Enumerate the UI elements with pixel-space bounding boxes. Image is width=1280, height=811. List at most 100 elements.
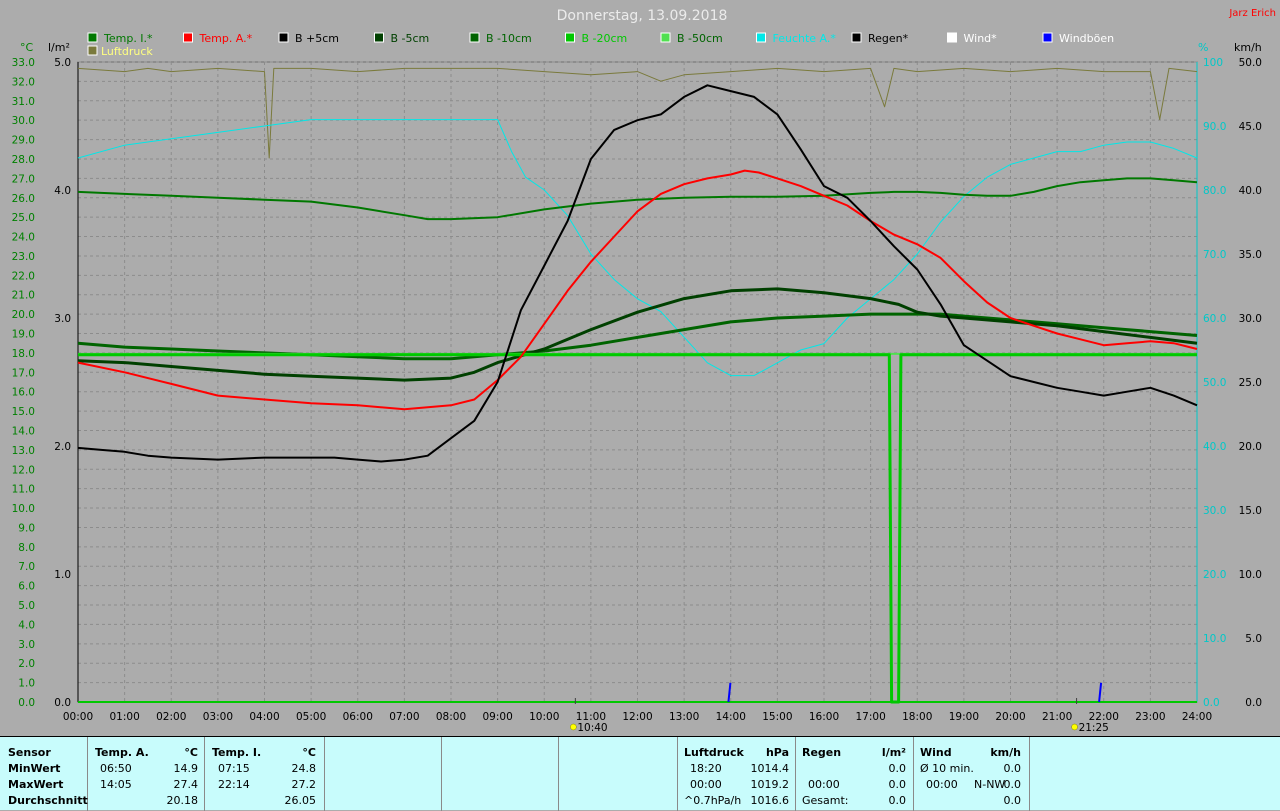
rain-r2-time: 00:00 bbox=[808, 778, 840, 791]
legend-swatch bbox=[851, 32, 862, 43]
legend-swatch bbox=[87, 45, 98, 56]
sun-icon bbox=[1071, 723, 1078, 731]
pressure-min-time: 18:20 bbox=[690, 762, 722, 775]
temp-i-min-time: 07:15 bbox=[218, 762, 250, 775]
summary-temp-a-column: Temp. A. °C 06:50 14.9 14:05 27.4 20.18 bbox=[88, 737, 205, 811]
legend-swatch bbox=[565, 32, 575, 43]
pressure-max: 1019.2 bbox=[750, 778, 790, 791]
x-tick-label: 09:00 bbox=[482, 711, 512, 723]
legend-swatch bbox=[660, 32, 671, 43]
humidity-tick-label: 50.0 bbox=[1203, 377, 1226, 389]
legend-label: B -5cm bbox=[391, 32, 430, 45]
rain-r1: 0.0 bbox=[888, 762, 907, 775]
x-tick-label: 06:00 bbox=[343, 711, 373, 723]
humidity-tick-label: 40.0 bbox=[1203, 441, 1226, 453]
wind-tick-label: 25.0 bbox=[1239, 377, 1262, 389]
humidity-tick-label: 70.0 bbox=[1203, 249, 1226, 261]
humidity-tick-label: 0.0 bbox=[1203, 697, 1220, 709]
rain-tick-label: 5.0 bbox=[54, 57, 71, 69]
temp-tick-label: 2.0 bbox=[18, 658, 35, 670]
rain-tick-label: 0.0 bbox=[54, 697, 71, 709]
wind-tick-label: 10.0 bbox=[1239, 569, 1262, 581]
temp-tick-label: 28.0 bbox=[12, 154, 35, 166]
temp-tick-label: 11.0 bbox=[12, 484, 35, 496]
chart-grid bbox=[77, 61, 1198, 703]
wind-r3: 0.0 bbox=[1003, 794, 1022, 807]
wind-tick-label: 40.0 bbox=[1239, 185, 1262, 197]
x-tick-label: 17:00 bbox=[855, 711, 885, 723]
legend-label: B +5cm bbox=[295, 32, 339, 45]
temp-i-unit: °C bbox=[302, 746, 316, 759]
summary-table: Sensor MinWert MaxWert Durchschnitt Temp… bbox=[0, 736, 1280, 811]
rain-unit: l/m² bbox=[881, 746, 906, 759]
sun-icon bbox=[570, 723, 577, 731]
x-tick-label: 02:00 bbox=[156, 711, 186, 723]
x-tick-label: 18:00 bbox=[902, 711, 932, 723]
x-tick-label: 15:00 bbox=[762, 711, 792, 723]
legend-swatch bbox=[1042, 32, 1053, 43]
weather-chart: Donnerstag, 13.09.2018 Jarz Erich Temp. … bbox=[0, 0, 1280, 736]
temp-tick-label: 7.0 bbox=[18, 561, 35, 573]
summary-empty-column-2 bbox=[442, 737, 559, 811]
temp-tick-label: 29.0 bbox=[12, 135, 35, 147]
wind-tick-label: 15.0 bbox=[1239, 505, 1262, 517]
temp-tick-label: 8.0 bbox=[18, 542, 35, 554]
wind-tick-label: 30.0 bbox=[1239, 313, 1262, 325]
temp-tick-label: 0.0 bbox=[18, 697, 35, 709]
rain-r2: 0.0 bbox=[888, 778, 907, 791]
wind-r2-dir: N-NW bbox=[974, 778, 1006, 791]
temp-tick-label: 9.0 bbox=[18, 522, 35, 534]
temp-tick-label: 15.0 bbox=[12, 406, 35, 418]
temp-i-avg: 26.05 bbox=[284, 794, 317, 807]
rain-tick-label: 2.0 bbox=[54, 441, 71, 453]
legend-swatch bbox=[469, 32, 480, 43]
wind-tick-label: 50.0 bbox=[1239, 57, 1262, 69]
humidity-tick-label: 60.0 bbox=[1203, 313, 1226, 325]
legend-swatch bbox=[947, 32, 957, 43]
summary-empty-column-3 bbox=[559, 737, 678, 811]
sun-marker-label: 10:40 bbox=[577, 722, 607, 734]
axis-unit-humidity: % bbox=[1198, 41, 1208, 54]
sensor-header: Sensor bbox=[8, 746, 51, 759]
humidity-tick-label: 10.0 bbox=[1203, 633, 1226, 645]
x-tick-label: 07:00 bbox=[389, 711, 419, 723]
legend-label: Regen* bbox=[868, 32, 909, 45]
legend-label: B -20cm bbox=[582, 32, 628, 45]
temp-a-header: Temp. A. bbox=[95, 746, 149, 759]
temp-tick-label: 1.0 bbox=[18, 678, 35, 690]
axis-unit-rain: l/m² bbox=[48, 41, 70, 54]
wind-header: Wind bbox=[920, 746, 952, 759]
x-tick-label: 21:00 bbox=[1042, 711, 1072, 723]
temp-tick-label: 24.0 bbox=[12, 232, 35, 244]
row-label-min: MinWert bbox=[8, 762, 61, 775]
x-tick-label: 13:00 bbox=[669, 711, 699, 723]
pressure-trend: ^0.7hPa/h bbox=[684, 794, 742, 807]
axis-unit-wind: km/h bbox=[1234, 41, 1262, 54]
x-tick-label: 05:00 bbox=[296, 711, 326, 723]
wind-tick-label: 35.0 bbox=[1239, 249, 1262, 261]
summary-empty-column-1 bbox=[325, 737, 442, 811]
temp-tick-label: 26.0 bbox=[12, 193, 35, 205]
humidity-tick-label: 100 bbox=[1203, 57, 1223, 69]
rain-tick-label: 1.0 bbox=[54, 569, 71, 581]
pressure-max-time: 00:00 bbox=[690, 778, 722, 791]
temp-tick-label: 14.0 bbox=[12, 425, 35, 437]
humidity-tick-label: 20.0 bbox=[1203, 569, 1226, 581]
x-tick-label: 00:00 bbox=[63, 711, 93, 723]
temp-tick-label: 5.0 bbox=[18, 600, 35, 612]
x-tick-label: 10:00 bbox=[529, 711, 559, 723]
wind-r2: 0.0 bbox=[1003, 778, 1022, 791]
temp-tick-label: 21.0 bbox=[12, 290, 35, 302]
summary-sensor-column: Sensor MinWert MaxWert Durchschnitt bbox=[0, 737, 88, 811]
legend-label: Luftdruck bbox=[101, 45, 153, 58]
wind-tick-label: 45.0 bbox=[1239, 121, 1262, 133]
temp-a-avg: 20.18 bbox=[166, 794, 199, 807]
x-tick-label: 14:00 bbox=[716, 711, 746, 723]
x-tick-label: 08:00 bbox=[436, 711, 466, 723]
legend-swatch bbox=[278, 32, 289, 43]
legend-swatch bbox=[87, 32, 98, 43]
axis-unit-temp: °C bbox=[20, 41, 34, 54]
temp-tick-label: 33.0 bbox=[12, 57, 35, 69]
rain-header: Regen bbox=[802, 746, 842, 759]
x-tick-label: 20:00 bbox=[995, 711, 1025, 723]
